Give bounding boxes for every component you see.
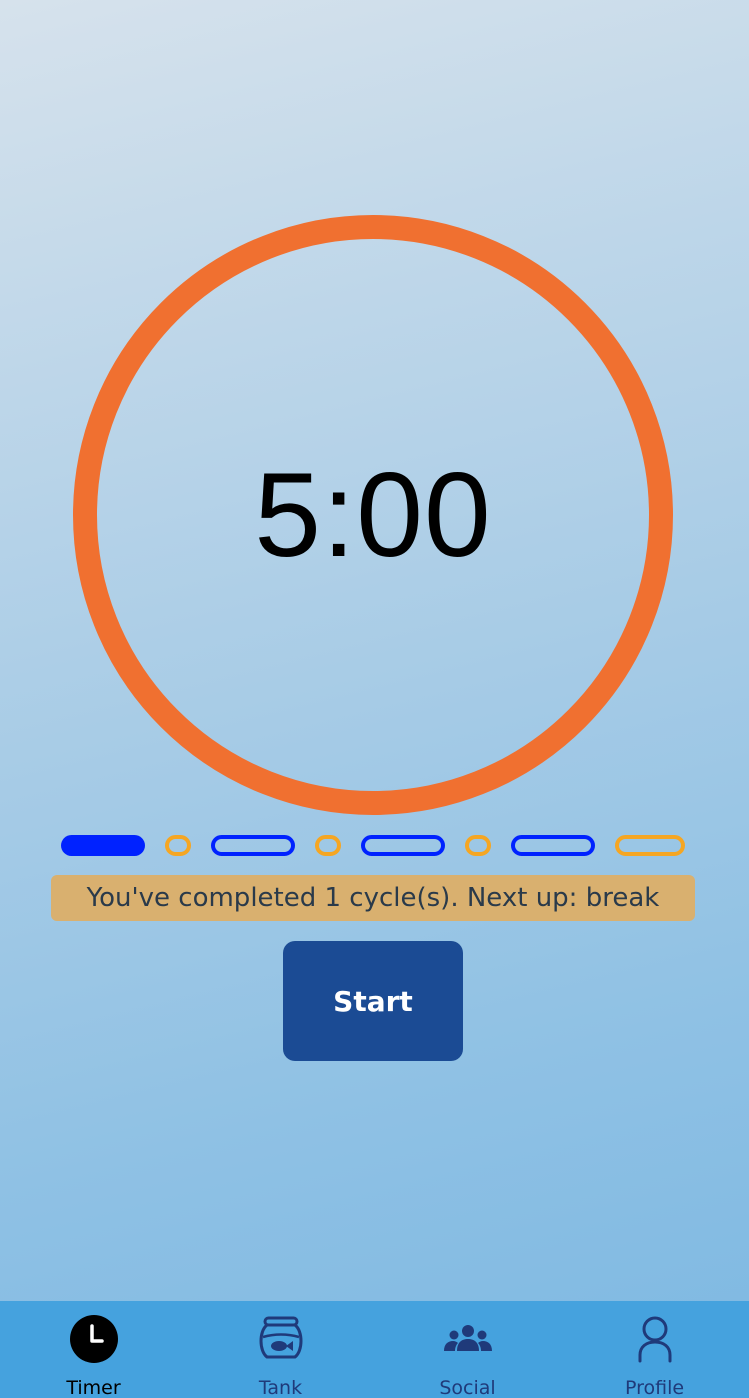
cycle-indicator-break-3 (465, 835, 491, 856)
cycle-indicator-work-4 (511, 835, 595, 856)
cycle-status-banner: You've completed 1 cycle(s). Next up: br… (51, 875, 695, 921)
cycle-indicator-work-1 (61, 835, 145, 856)
timer-countdown: 5:00 (254, 448, 492, 582)
bottom-tab-bar: Timer Tank Social Profile (0, 1301, 749, 1398)
cycle-indicator-work-3 (361, 835, 445, 856)
clock-icon (68, 1313, 120, 1365)
start-button[interactable]: Start (283, 941, 463, 1061)
tab-tank-label: Tank (258, 1377, 303, 1398)
tab-tank[interactable]: Tank (187, 1301, 374, 1398)
tab-social[interactable]: Social (374, 1301, 561, 1398)
tab-social-label: Social (439, 1377, 496, 1398)
cycle-indicator-break-2 (315, 835, 341, 856)
cycle-indicator-work-2 (211, 835, 295, 856)
tab-profile-label: Profile (624, 1377, 685, 1398)
tab-profile[interactable]: Profile (561, 1301, 748, 1398)
cycle-indicator-long-break (615, 835, 685, 856)
tab-timer[interactable]: Timer (0, 1301, 187, 1398)
people-group-icon (442, 1313, 494, 1365)
person-icon (629, 1313, 681, 1365)
fishbowl-icon (255, 1313, 307, 1365)
tab-timer-label: Timer (66, 1377, 121, 1398)
cycle-indicator-break-1 (165, 835, 191, 856)
